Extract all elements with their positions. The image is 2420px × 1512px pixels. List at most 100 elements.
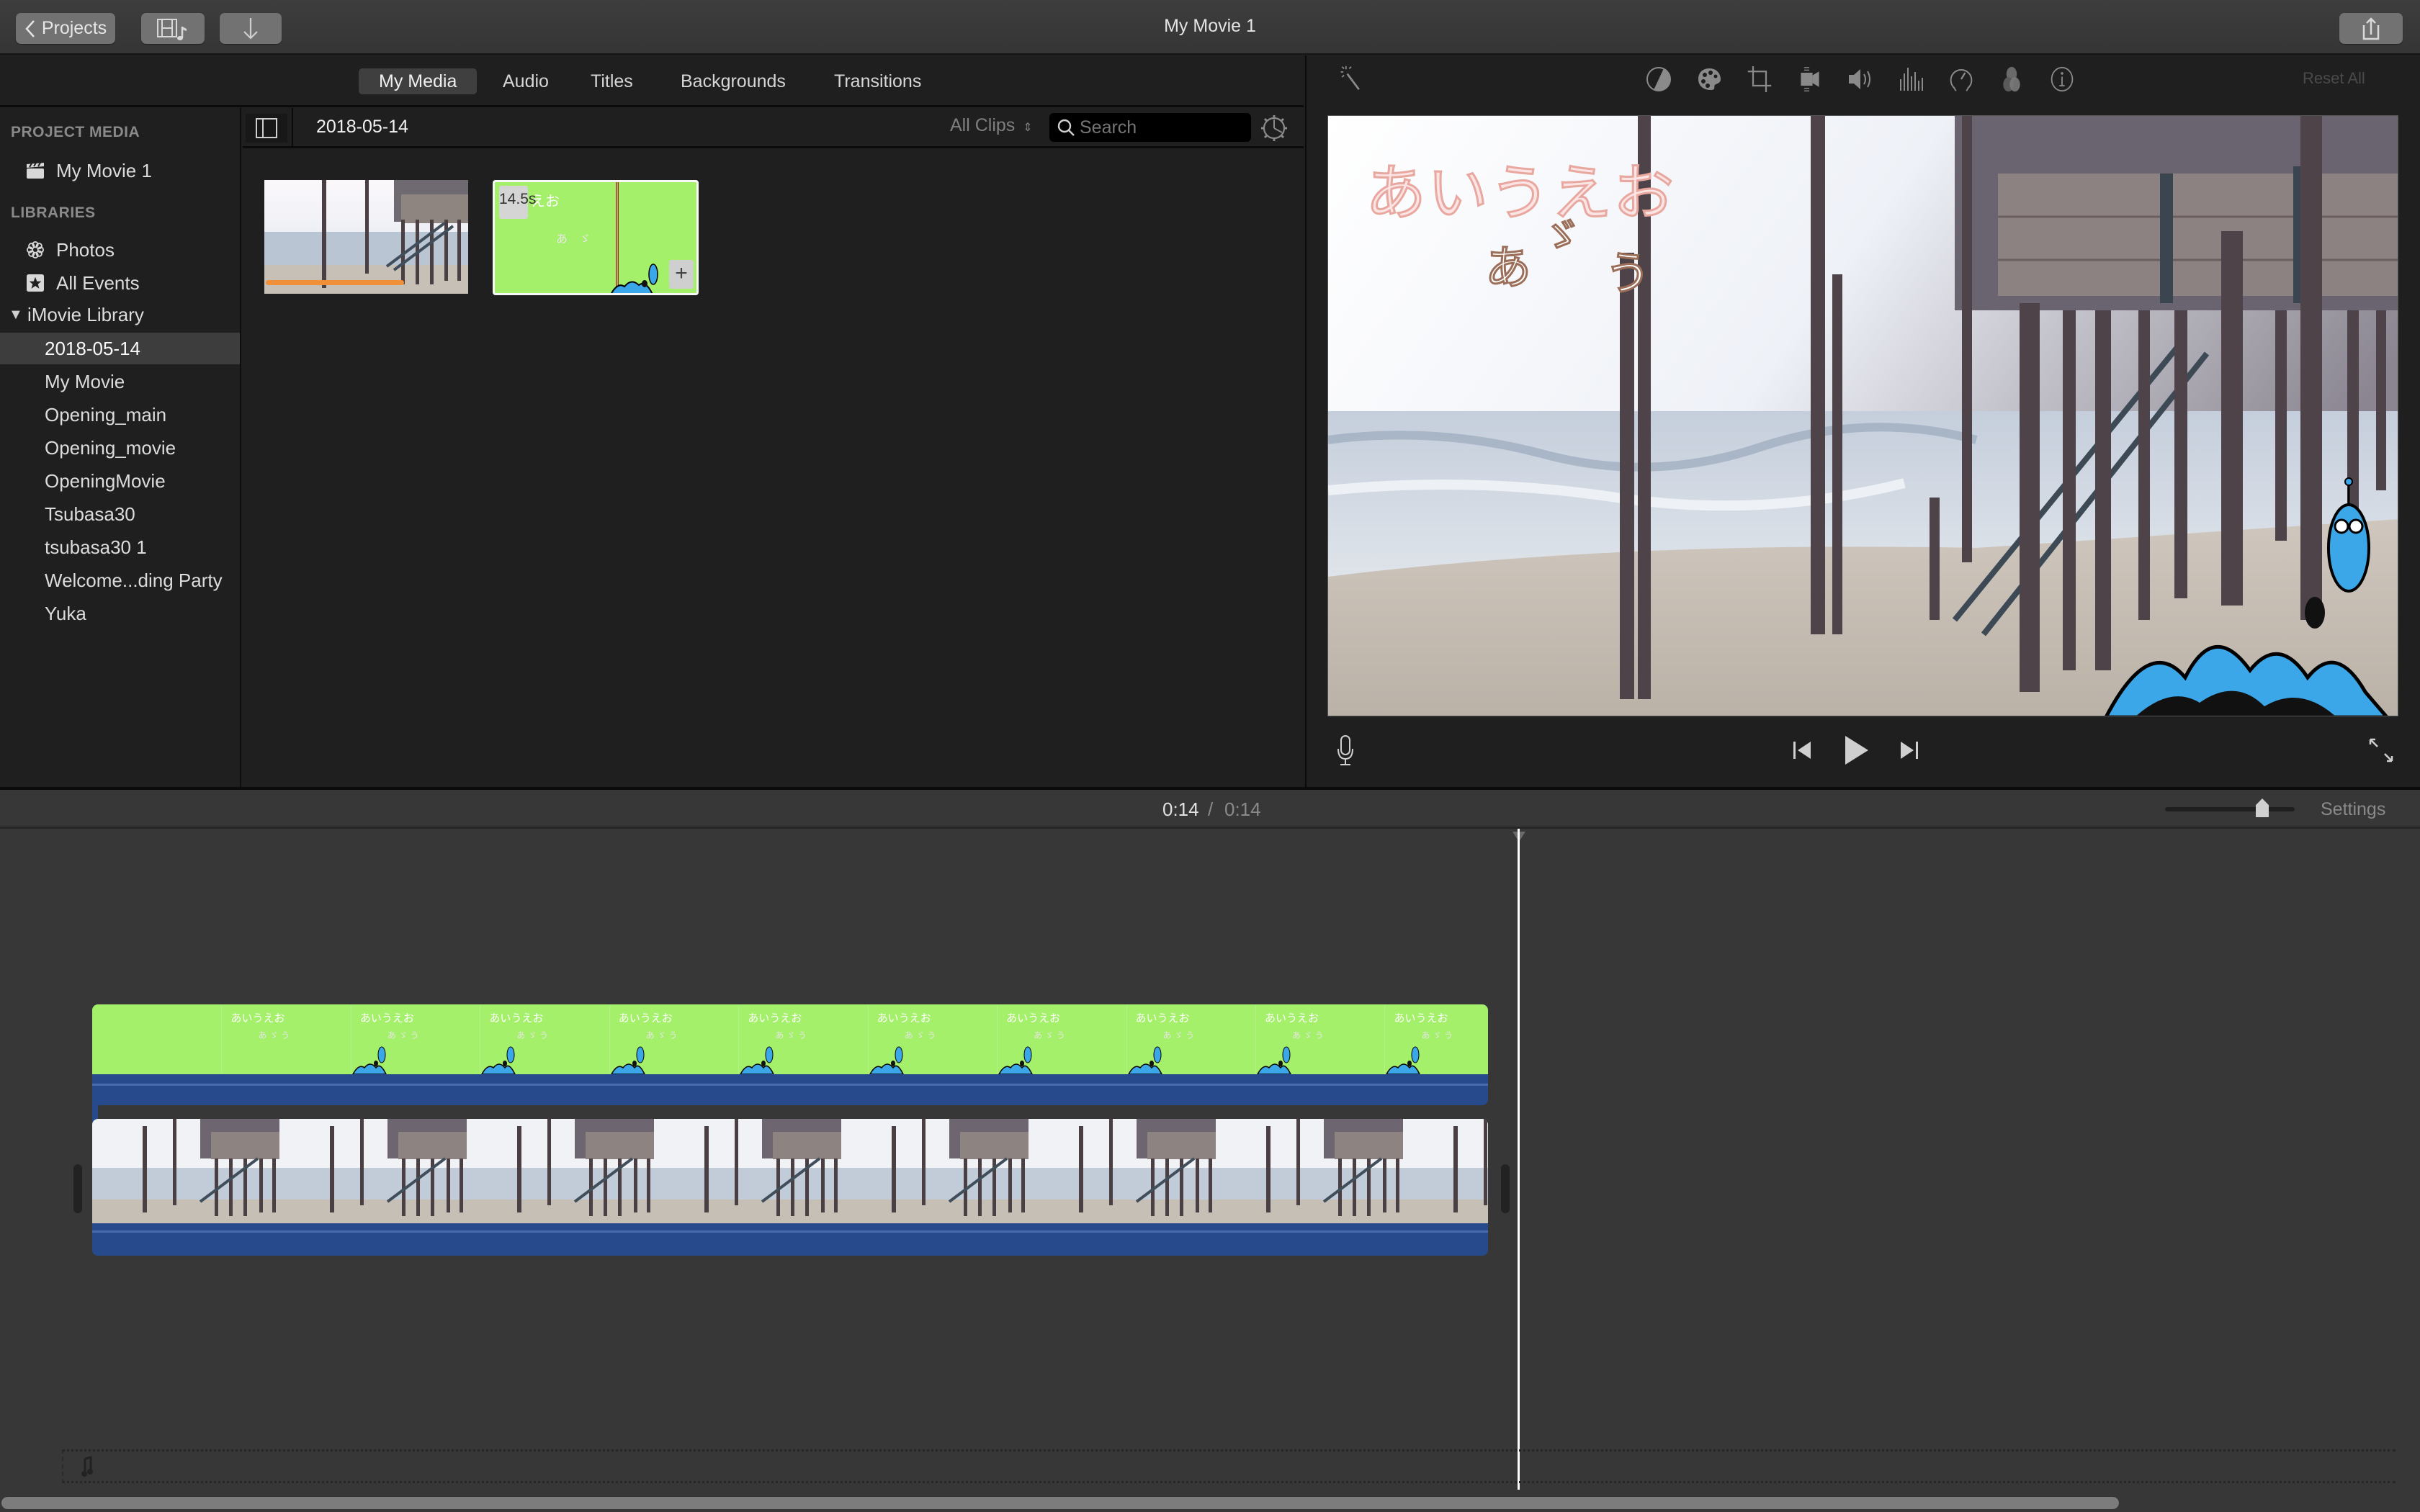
video-filmstrip-frame bbox=[1028, 1119, 1216, 1223]
sidebar-event-item[interactable]: 2018-05-14 bbox=[0, 333, 240, 364]
color-balance-icon[interactable] bbox=[1646, 66, 1672, 92]
frame-title-text: あいうえお bbox=[489, 1012, 544, 1025]
title-clip-filmstrip: あいうえおあ ゞ うあいうえおあ ゞ うあいうえおあ ゞ うあいうえおあ ゞ う… bbox=[92, 1004, 1488, 1074]
video-viewer[interactable]: あいうえお あ ゞ う bbox=[1327, 115, 2398, 716]
clip-filter-value: All Clips bbox=[950, 115, 1016, 135]
title-filmstrip-frame: あいうえおあ ゞ う bbox=[221, 1004, 350, 1074]
playhead-line[interactable] bbox=[1518, 829, 1520, 1490]
total-time: 0:14 bbox=[1224, 798, 1261, 820]
title-filmstrip-frame: あいうえおあ ゞ う bbox=[609, 1004, 738, 1074]
timeline-title-clip[interactable]: あいうえおあ ゞ うあいうえおあ ゞ うあいうえおあ ゞ うあいうえおあ ゞ う… bbox=[92, 1004, 1488, 1105]
frame-chars: あ ゞ う bbox=[904, 1030, 936, 1040]
magic-wand-icon[interactable] bbox=[1338, 65, 1364, 91]
sidebar-event-item[interactable]: Opening_main bbox=[0, 399, 240, 431]
clip-filter-icon[interactable] bbox=[1999, 66, 2025, 92]
timeline-zoom-slider[interactable] bbox=[2165, 798, 2295, 817]
tab-transitions[interactable]: Transitions bbox=[814, 68, 941, 94]
clip-duration-badge: 14.5s bbox=[499, 186, 536, 219]
beach-frame-image bbox=[92, 1119, 279, 1223]
star-icon bbox=[27, 274, 44, 292]
sidebar-event-item[interactable]: Welcome...ding Party bbox=[0, 564, 240, 596]
overlay-char-2: ゞ bbox=[1541, 212, 1583, 261]
current-time: 0:14 bbox=[1162, 798, 1199, 820]
music-well[interactable] bbox=[62, 1449, 2396, 1483]
sidebar-event-item[interactable]: Yuka bbox=[0, 598, 240, 629]
gear-icon[interactable] bbox=[1260, 114, 1289, 143]
skip-forward-icon[interactable] bbox=[1898, 741, 1919, 760]
sidebar-item-library[interactable]: ▼ iMovie Library bbox=[0, 299, 240, 330]
libraries-heading: LIBRARIES bbox=[11, 204, 96, 221]
color-correction-icon[interactable] bbox=[1696, 66, 1722, 92]
sidebar-item-project[interactable]: My Movie 1 bbox=[0, 155, 240, 186]
frame-title-text: あいうえお bbox=[1394, 1012, 1448, 1025]
sidebar-item-photos[interactable]: Photos bbox=[0, 234, 240, 266]
frame-title-text: あいうえお bbox=[748, 1012, 802, 1025]
photos-label: Photos bbox=[56, 239, 115, 261]
video-filmstrip-frame bbox=[654, 1119, 841, 1223]
trim-handle-right[interactable] bbox=[1501, 1164, 1510, 1213]
title-filmstrip-frame: あいうえおあ ゞ う bbox=[1126, 1004, 1255, 1074]
sidebar-event-item[interactable]: tsubasa30 1 bbox=[0, 531, 240, 563]
divider bbox=[292, 108, 293, 148]
video-filmstrip-frame bbox=[92, 1119, 279, 1223]
frame-title-text: あいうえお bbox=[230, 1012, 285, 1025]
add-to-project-button[interactable]: + bbox=[669, 260, 694, 289]
character-illustration bbox=[611, 264, 658, 293]
tab-my-media[interactable]: My Media bbox=[359, 68, 478, 94]
microphone-icon[interactable] bbox=[1336, 734, 1355, 766]
speed-icon[interactable] bbox=[1948, 66, 1974, 92]
stabilization-icon[interactable] bbox=[1797, 66, 1823, 92]
frame-chars: あ ゞ う bbox=[387, 1030, 419, 1040]
title-filmstrip-frame: あいうえおあ ゞ う bbox=[480, 1004, 609, 1074]
window-title: My Movie 1 bbox=[1164, 16, 1256, 36]
video-filmstrip-frame bbox=[279, 1119, 467, 1223]
beach-clip-image bbox=[264, 180, 468, 294]
trim-handle-left[interactable] bbox=[73, 1164, 82, 1213]
sidebar-event-item[interactable]: Tsubasa30 bbox=[0, 498, 240, 530]
tab-titles[interactable]: Titles bbox=[570, 68, 653, 94]
play-icon[interactable] bbox=[1842, 734, 1871, 766]
slider-thumb[interactable] bbox=[2256, 798, 2269, 817]
frame-chars: あ ゞ う bbox=[1034, 1030, 1065, 1040]
horizontal-scrollbar[interactable] bbox=[1, 1497, 2119, 1509]
disclosure-triangle-icon[interactable]: ▼ bbox=[9, 299, 23, 330]
frame-title-text: あいうえお bbox=[359, 1012, 414, 1025]
used-in-project-bar bbox=[266, 280, 404, 285]
info-icon[interactable] bbox=[2049, 66, 2075, 92]
overlay-title-text: あいうえお bbox=[1364, 157, 1676, 230]
reset-all-button[interactable]: Reset All bbox=[2303, 69, 2365, 88]
sidebar-event-item[interactable]: My Movie bbox=[0, 366, 240, 397]
skip-back-icon[interactable] bbox=[1792, 741, 1814, 760]
clip-thumbnail-title[interactable]: 14.5s えお あ ゞ + bbox=[493, 180, 699, 295]
frame-title-text: あいうえお bbox=[618, 1012, 673, 1025]
clip-filter-select[interactable]: All Clips ⇕ bbox=[950, 115, 1033, 136]
search-field[interactable] bbox=[1049, 113, 1251, 142]
timeline-settings-button[interactable]: Settings bbox=[2321, 799, 2385, 820]
sidebar-event-item[interactable]: OpeningMovie bbox=[0, 465, 240, 497]
sidebar-toggle-button[interactable] bbox=[246, 114, 287, 143]
timeline-video-clip[interactable] bbox=[92, 1119, 1488, 1256]
fullscreen-icon[interactable] bbox=[2368, 737, 2394, 763]
audio-waveform-line bbox=[92, 1230, 1488, 1233]
search-input[interactable] bbox=[1080, 116, 1244, 139]
crop-icon[interactable] bbox=[1747, 66, 1773, 92]
title-filmstrip-frame: あいうえおあ ゞ う bbox=[1255, 1004, 1384, 1074]
sidebar-event-item[interactable]: Opening_movie bbox=[0, 432, 240, 464]
title-filmstrip-frame: あいうえおあ ゞ う bbox=[997, 1004, 1126, 1074]
share-button[interactable] bbox=[2339, 13, 2403, 44]
frame-chars: あ ゞ う bbox=[645, 1030, 678, 1040]
clip-thumbnail-beach[interactable] bbox=[264, 180, 468, 294]
volume-icon[interactable] bbox=[1847, 66, 1873, 92]
tab-audio[interactable]: Audio bbox=[483, 68, 569, 94]
noise-reduction-icon[interactable] bbox=[1898, 66, 1924, 92]
frame-title-text: あいうえお bbox=[1135, 1012, 1190, 1025]
content-tabs-bar: My Media Audio Titles Backgrounds Transi… bbox=[0, 55, 1304, 107]
beach-frame-image bbox=[1403, 1119, 1488, 1223]
library-label: iMovie Library bbox=[27, 304, 144, 325]
tab-backgrounds[interactable]: Backgrounds bbox=[660, 68, 806, 94]
frame-chars: あ ゞ う bbox=[775, 1030, 807, 1040]
title-filmstrip-frame: あいうえおあ ゞ う bbox=[738, 1004, 867, 1074]
video-filmstrip-frame bbox=[1216, 1119, 1403, 1223]
sidebar-item-all-events[interactable]: All Events bbox=[0, 267, 240, 299]
frame-character-icon bbox=[610, 1046, 645, 1074]
